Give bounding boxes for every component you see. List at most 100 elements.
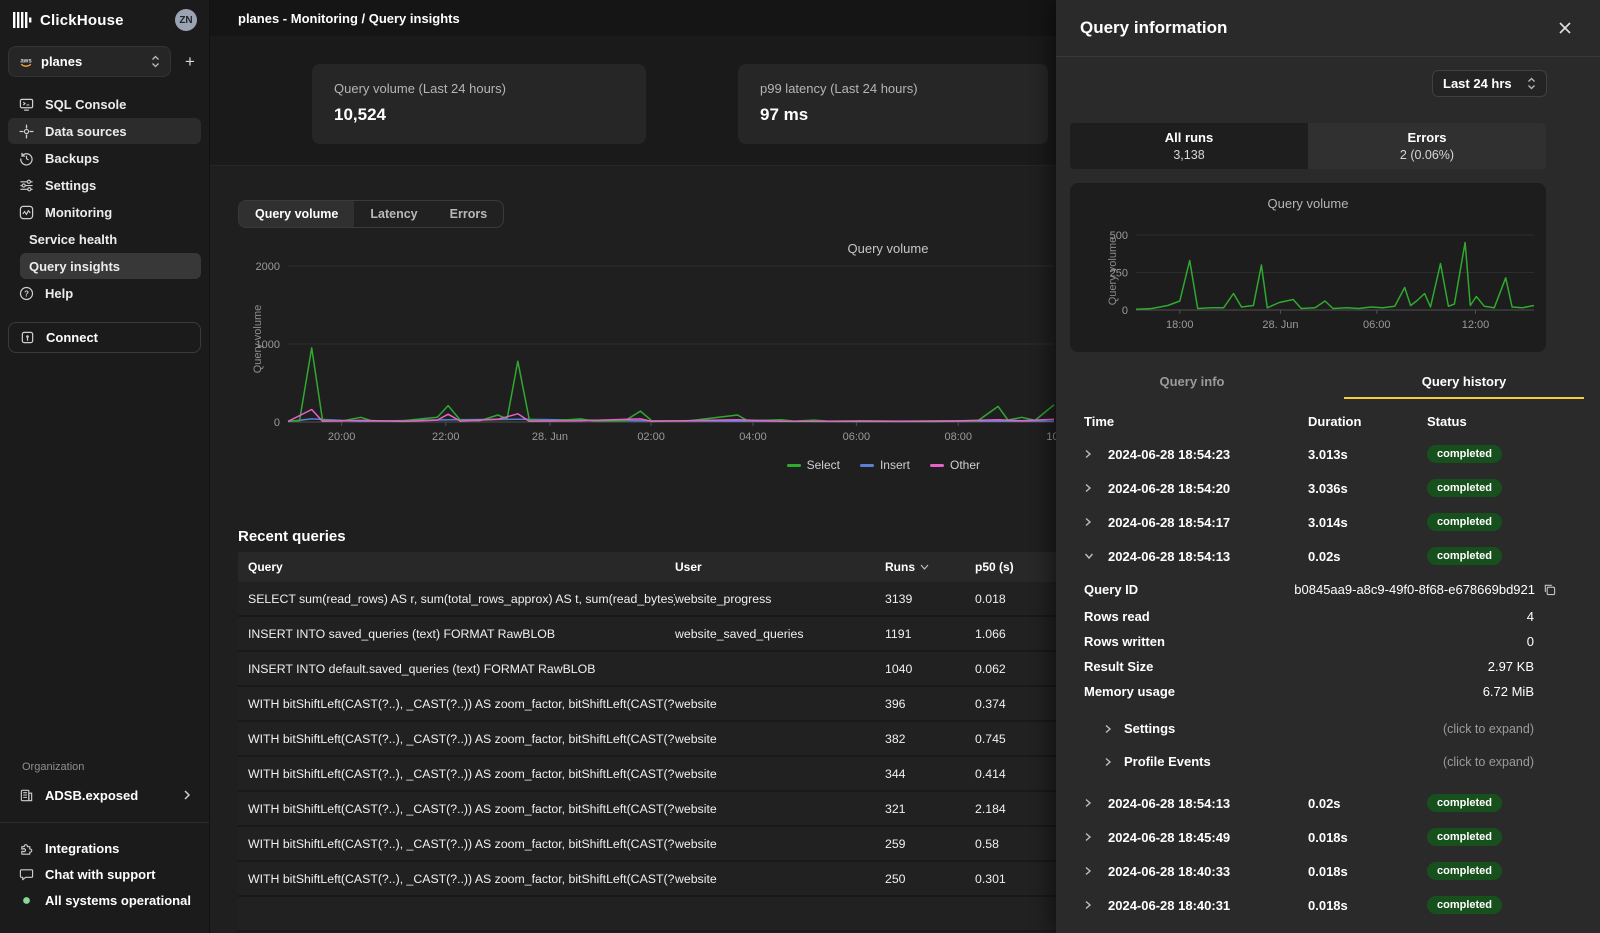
service-selector[interactable]: aws planes [8,46,171,77]
td-runs: 321 [885,802,975,816]
td-query: WITH bitShiftLeft(CAST(?..), _CAST(?..))… [248,732,675,746]
tab-query-info[interactable]: Query info [1056,368,1328,396]
svg-text:2000: 2000 [256,261,280,273]
panel-header: Query information [1056,0,1600,57]
table-row[interactable]: WITH bitShiftLeft(CAST(?..), _CAST(?..))… [238,722,1056,757]
service-selector-label: planes [41,54,82,69]
td-user: website_progress [675,592,885,606]
chevron-right-icon[interactable] [1084,866,1108,876]
history-column-time: Time [1084,414,1308,429]
history-row[interactable]: 2024-06-28 18:54:203.036scompleted [1084,471,1572,505]
legend-label: Select [807,458,840,472]
chevron-right-icon[interactable] [1084,449,1108,459]
legend-swatch [787,464,801,467]
tab-errors[interactable]: Errors [434,201,504,227]
add-service-button[interactable]: + [179,52,201,72]
history-row[interactable]: 2024-06-28 18:40:330.018scompleted [1084,854,1572,888]
td-p50: 0.58 [975,837,1056,851]
run-summary: All runs 3,138 Errors 2 (0.06%) [1070,123,1546,169]
td-p50: 0.018 [975,592,1056,606]
td-runs: 250 [885,872,975,886]
sidebar-item-service-health[interactable]: Service health [20,226,201,252]
sidebar-item-help[interactable]: ?Help [8,280,201,306]
svg-text:20:00: 20:00 [328,431,356,443]
legend-item-other[interactable]: Other [930,458,980,472]
sidebar: ClickHouse ZN aws planes + SQL ConsoleDa… [0,0,210,933]
stat-card-p99-latency: p99 latency (Last 24 hours) 97 ms [738,64,1048,144]
svg-text:0: 0 [274,417,280,429]
history-duration: 0.02s [1308,549,1427,564]
td-user: website [675,872,885,886]
sidebar-item-sql-console[interactable]: SQL Console [8,91,201,117]
expandable-profile-events[interactable]: Profile Events(click to expand) [1084,745,1572,778]
td-query: WITH bitShiftLeft(CAST(?..), _CAST(?..))… [248,767,675,781]
chevron-down-icon[interactable] [1084,552,1108,560]
table-row[interactable]: WITH bitShiftLeft(CAST(?..), _CAST(?..))… [238,827,1056,862]
sidebar-item-backups[interactable]: Backups [8,145,201,171]
avatar[interactable]: ZN [175,9,197,31]
status-cell: completed [1427,513,1572,531]
table-row[interactable]: WITH bitShiftLeft(CAST(?..), _CAST(?..))… [238,862,1056,897]
svg-text:28. Jun: 28. Jun [532,431,568,443]
legend-item-insert[interactable]: Insert [860,458,910,472]
column-query[interactable]: Query [248,560,675,574]
chevron-right-icon[interactable] [1084,798,1108,808]
stat-card-query-volume: Query volume (Last 24 hours) 10,524 [312,64,646,144]
column-p50[interactable]: p50 (s) [975,560,1056,574]
table-row[interactable]: SELECT sum(read_rows) AS r, sum(total_ro… [238,582,1056,617]
mini-chart-canvas[interactable]: 500250018:0028. Jun06:0012:00 [1070,183,1546,335]
expandable-settings[interactable]: Settings(click to expand) [1084,712,1572,745]
chart-canvas[interactable]: 20001000020:0022:0028. Jun02:0004:0006:0… [238,236,1056,452]
summary-all-runs[interactable]: All runs 3,138 [1070,123,1308,169]
query-volume-chart: Query volume Query volume 20001000020:00… [238,236,1056,488]
history-row[interactable]: 2024-06-28 18:45:490.018scompleted [1084,820,1572,854]
sidebar-item-settings[interactable]: Settings [8,172,201,198]
sidebar-item-integrations[interactable]: Integrations [8,835,201,861]
column-user[interactable]: User [675,560,885,574]
close-icon[interactable] [1554,17,1576,39]
sidebar-item-monitoring[interactable]: Monitoring [8,199,201,225]
time-range-value: Last 24 hrs [1443,76,1512,91]
legend-item-select[interactable]: Select [787,458,840,472]
svg-text:06:00: 06:00 [1363,319,1391,331]
chat-icon [18,866,34,882]
summary-errors[interactable]: Errors 2 (0.06%) [1308,123,1546,169]
chevron-right-icon[interactable] [1084,483,1108,493]
history-column-duration: Duration [1308,414,1427,429]
svg-text:12:00: 12:00 [1462,319,1490,331]
svg-text:10:00: 10:00 [1046,431,1056,443]
table-row[interactable]: INSERT INTO default.saved_queries (text)… [238,652,1056,687]
chart-y-axis-label: Query volume [252,294,264,384]
table-row[interactable]: WITH bitShiftLeft(CAST(?..), _CAST(?..))… [238,792,1056,827]
time-range-select[interactable]: Last 24 hrs [1432,70,1547,97]
table-row[interactable]: WITH bitShiftLeft(CAST(?..), _CAST(?..))… [238,757,1056,792]
table-header: Query User Runs p50 (s) [238,552,1056,582]
history-row[interactable]: 2024-06-28 18:54:130.02scompleted [1084,539,1572,573]
chevron-right-icon[interactable] [1084,517,1108,527]
copy-icon[interactable] [1543,583,1556,596]
tab-query-volume[interactable]: Query volume [239,201,354,227]
history-time: 2024-06-28 18:45:49 [1108,830,1308,845]
sidebar-nav: SQL ConsoleData sourcesBackupsSettingsMo… [0,90,209,307]
chevron-right-icon[interactable] [1084,900,1108,910]
sidebar-item-query-insights[interactable]: Query insights [20,253,201,279]
table-row[interactable]: INSERT INTO saved_queries (text) FORMAT … [238,617,1056,652]
history-time: 2024-06-28 18:54:17 [1108,515,1308,530]
table-row[interactable]: WITH bitShiftLeft(CAST(?..), _CAST(?..))… [238,687,1056,722]
td-runs: 1191 [885,627,975,641]
status-badge: completed [1427,828,1502,846]
tab-query-history[interactable]: Query history [1328,368,1600,396]
td-query: SELECT sum(read_rows) AS r, sum(total_ro… [248,592,675,606]
history-row[interactable]: 2024-06-28 18:40:310.018scompleted [1084,888,1572,922]
sidebar-item-chat-with-support[interactable]: Chat with support [8,861,201,887]
connect-button[interactable]: Connect [8,322,201,353]
chevron-right-icon[interactable] [1084,832,1108,842]
history-row[interactable]: 2024-06-28 18:54:233.013scompleted [1084,437,1572,471]
history-row[interactable]: 2024-06-28 18:54:130.02scompleted [1084,786,1572,820]
sidebar-item-data-sources[interactable]: Data sources [8,118,201,144]
organization-row[interactable]: ADSB.exposed [8,782,201,808]
column-runs[interactable]: Runs [885,560,975,574]
history-row[interactable]: 2024-06-28 18:54:173.014scompleted [1084,505,1572,539]
sidebar-item-all-systems-operational[interactable]: All systems operational [8,887,201,913]
tab-latency[interactable]: Latency [354,201,433,227]
